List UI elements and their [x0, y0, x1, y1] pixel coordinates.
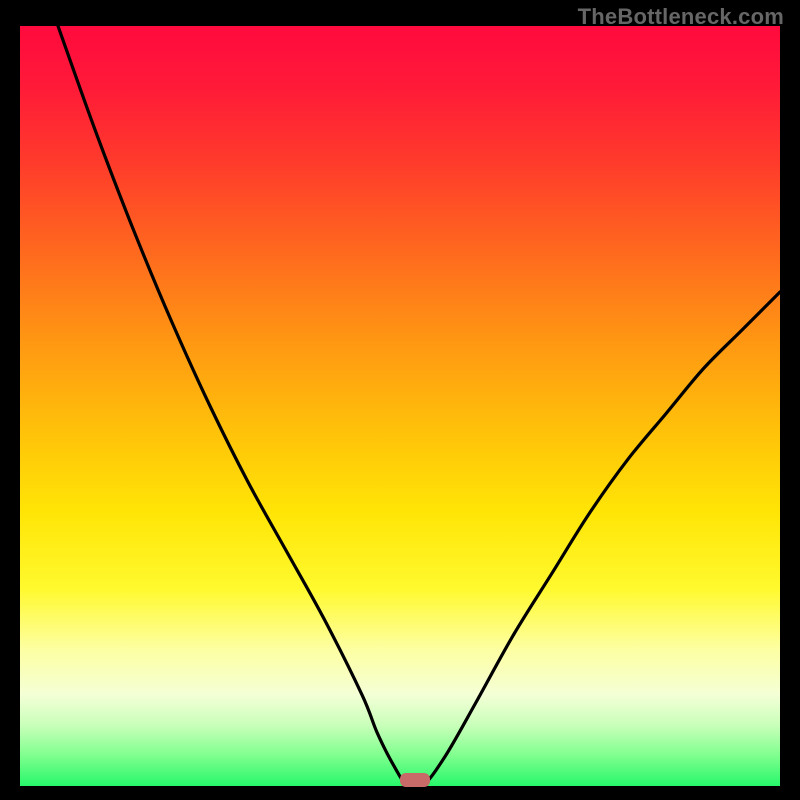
plot-area — [20, 26, 780, 786]
gradient-background — [20, 26, 780, 786]
optimal-marker — [400, 773, 430, 787]
chart-frame: TheBottleneck.com — [0, 0, 800, 800]
